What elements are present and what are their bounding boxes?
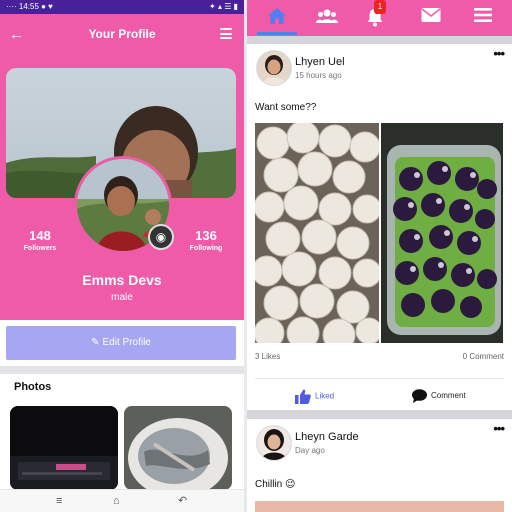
page-title: Your Profile [88,27,156,41]
post-images[interactable] [255,123,503,343]
following-stat[interactable]: 136 Following [176,228,236,252]
hamburger-icon [474,8,492,22]
edit-profile-label: Edit Profile [102,337,151,348]
more-horizontal-icon[interactable]: ••• [493,46,505,61]
profile-hero: ◉ 148 Followers 136 Following Emms Devs … [0,56,244,320]
section-divider [247,36,512,44]
feed-screen: 1 Lhyen Uel 15 hours ago ••• Want some??… [247,0,512,512]
users-icon [316,9,338,23]
like-button[interactable]: Liked [295,389,334,404]
hamburger-icon[interactable] [220,28,232,39]
post-image[interactable] [255,501,504,512]
envelope-icon [421,8,441,22]
photos-title: Photos [14,381,52,393]
home-icon [268,8,286,24]
home-outline-icon[interactable]: ⌂ [113,495,120,507]
android-nav-bar: ≡ ⌂ ↶ [0,489,244,512]
post-time: Day ago [295,446,325,455]
active-tab-indicator [257,32,297,35]
post-card: Lhyen Uel 15 hours ago ••• Want some?? 3… [247,44,512,410]
speech-bubble-icon [412,389,427,403]
section-divider [0,366,244,374]
following-count: 136 [195,228,217,243]
comments-count[interactable]: 0 Comment [463,352,504,361]
post-separator [255,378,504,379]
section-divider [247,410,512,419]
more-horizontal-icon[interactable]: ••• [493,421,505,436]
back-icon[interactable]: ↶ [178,495,187,507]
photo-thumbnail[interactable] [10,406,118,490]
thumbs-up-icon [295,389,311,404]
post-author[interactable]: Lheyn Garde [295,431,359,443]
avatar[interactable] [256,50,292,86]
tab-home[interactable] [257,0,297,36]
tab-menu[interactable] [463,0,503,36]
post-text: Want some?? [255,102,317,113]
pencil-icon: ✎ [91,337,100,348]
status-bar: ···· 14:55 ● ♥ ✦ ▴ ☰ ▮ [0,0,244,14]
like-label: Liked [315,391,335,401]
post-text: Chillin 😉 [255,479,296,490]
status-bar-left: ···· 14:55 ● ♥ [6,2,53,11]
post-image[interactable] [381,123,503,343]
dessert-photo [381,123,503,343]
profile-name: Emms Devs [82,272,162,288]
following-label: Following [189,245,223,252]
avatar[interactable] [256,425,292,461]
profile-header: ← Your Profile [0,14,244,56]
tab-messages[interactable] [411,0,451,36]
feed-nav-bar: 1 [247,0,512,36]
photo-thumbnail[interactable] [124,406,232,490]
camera-icon[interactable]: ◉ [148,224,174,250]
edit-profile-button[interactable]: ✎ Edit Profile [6,326,236,360]
profile-screen: ···· 14:55 ● ♥ ✦ ▴ ☰ ▮ ← Your Profile ◉ … [0,0,244,512]
tab-friends[interactable] [307,0,347,36]
eggs-photo [255,123,379,343]
comment-label: Comment [431,391,466,401]
followers-label: Followers [23,245,57,252]
followers-count: 148 [29,228,51,243]
post-image[interactable] [255,123,379,343]
post-author[interactable]: Lhyen Uel [295,56,345,68]
notification-badge: 1 [374,0,386,14]
recent-apps-icon[interactable]: ≡ [56,495,62,507]
post-card: Lheyn Garde Day ago ••• Chillin 😉 [247,419,512,512]
followers-stat[interactable]: 148 Followers [10,228,70,252]
comment-button[interactable]: Comment [412,389,466,403]
likes-count[interactable]: 3 Likes [255,352,280,361]
status-bar-right: ✦ ▴ ☰ ▮ [209,2,238,11]
post-time: 15 hours ago [295,71,342,80]
profile-gender: male [111,292,133,303]
